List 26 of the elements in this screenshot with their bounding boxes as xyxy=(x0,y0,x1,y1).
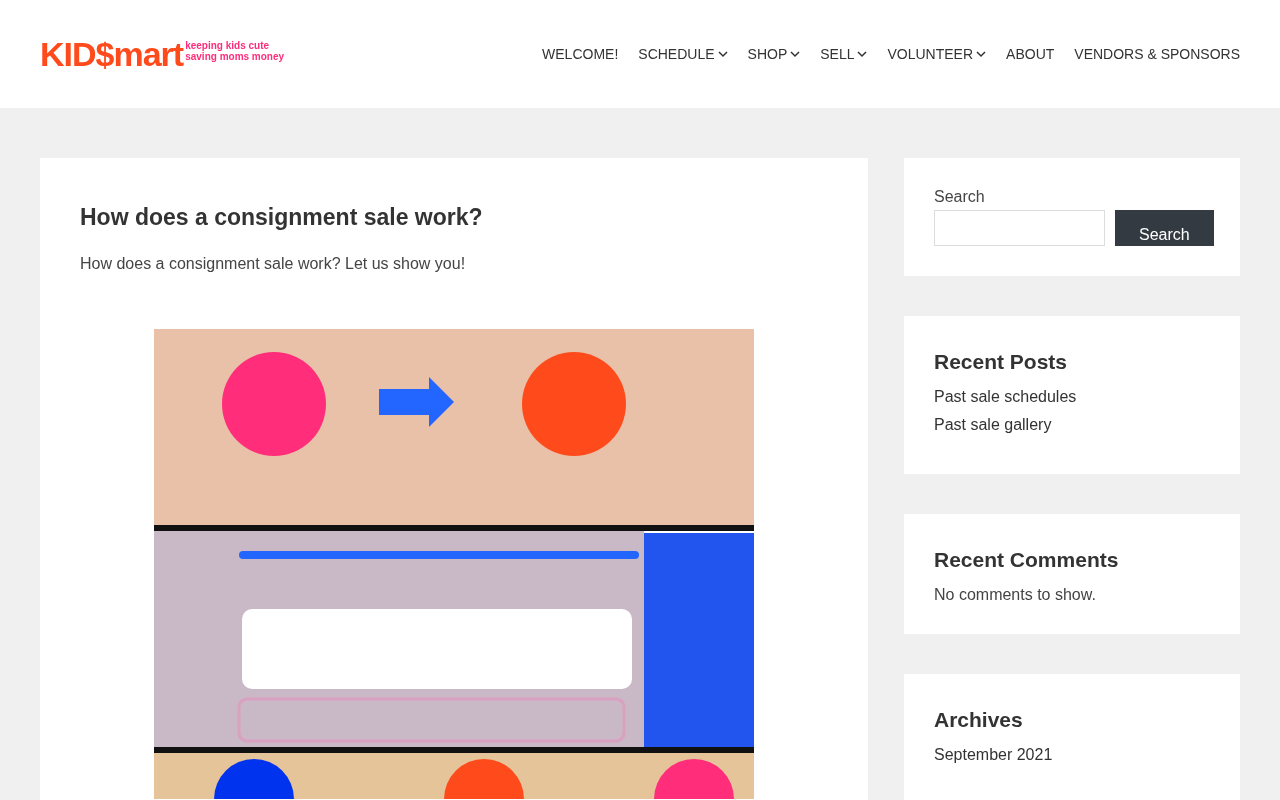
post-link[interactable]: Past sale schedules xyxy=(934,388,1210,406)
nav-link[interactable]: VENDORS & SPONSORS xyxy=(1074,46,1240,62)
search-label: Search xyxy=(934,188,986,206)
search-field[interactable] xyxy=(934,210,1105,246)
nav-link[interactable]: SELL xyxy=(820,46,868,62)
chevron-down-icon xyxy=(790,50,801,58)
widget-title: Recent Comments xyxy=(934,548,1120,572)
chevron-down-icon xyxy=(717,50,728,58)
widget-title: Recent Posts xyxy=(934,350,1069,374)
logo-tagline: saving moms money xyxy=(185,51,285,62)
search-button[interactable]: Search xyxy=(1115,210,1214,246)
post-title: How does a consignment sale work? xyxy=(80,204,484,231)
post-link[interactable]: September 2021 xyxy=(934,746,1210,764)
widget-text: No comments to show. xyxy=(934,586,1097,604)
nav-link[interactable]: WELCOME! xyxy=(542,46,619,62)
widget-title: Archives xyxy=(934,708,1024,732)
nav-link[interactable]: VOLUNTEER xyxy=(887,46,987,62)
post-intro: How does a consignment sale work? Let us show you! xyxy=(80,255,467,273)
nav-link[interactable]: SCHEDULE xyxy=(638,46,728,62)
chevron-down-icon xyxy=(976,50,987,58)
logo-tagline: keeping kids cute xyxy=(185,40,271,51)
nav-link[interactable]: SHOP xyxy=(747,46,801,62)
nav-link[interactable]: ABOUT xyxy=(1006,46,1055,62)
logo-wordmark: KID$mart xyxy=(40,34,184,74)
chevron-down-icon xyxy=(857,50,868,58)
post-link[interactable]: Past sale gallery xyxy=(934,416,1210,434)
